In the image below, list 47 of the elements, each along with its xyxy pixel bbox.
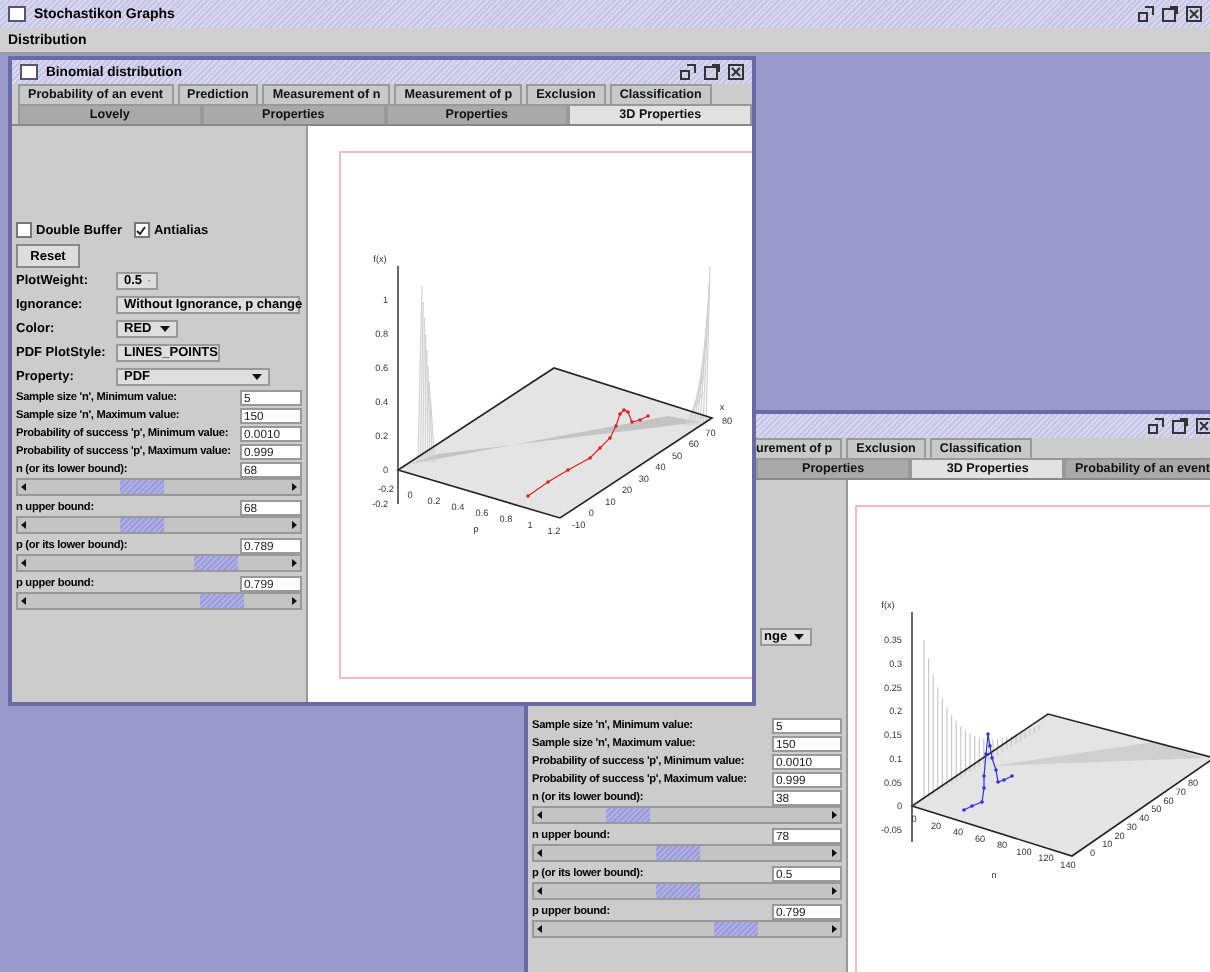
left-arrow-icon[interactable] — [534, 922, 546, 936]
data-curve — [526, 408, 650, 498]
close-icon[interactable] — [1196, 418, 1210, 434]
scrollbar[interactable] — [16, 478, 302, 496]
restore-icon[interactable] — [680, 64, 696, 80]
close-icon[interactable] — [728, 64, 744, 80]
right-arrow-icon[interactable] — [288, 518, 300, 532]
slider-thumb[interactable] — [119, 518, 164, 532]
close-icon[interactable] — [1186, 6, 1202, 22]
window-icon — [8, 6, 26, 22]
scrollbar[interactable] — [16, 554, 302, 572]
slider-thumb[interactable] — [119, 480, 164, 494]
right-arrow-icon[interactable] — [828, 922, 840, 936]
maximize-icon[interactable] — [1172, 418, 1188, 434]
right-arrow-icon[interactable] — [288, 480, 300, 494]
left-arrow-icon[interactable] — [534, 884, 546, 898]
slider-thumb[interactable] — [714, 922, 759, 936]
left-arrow-icon[interactable] — [534, 808, 546, 822]
right-arrow-icon[interactable] — [288, 594, 300, 608]
left-arrow-icon[interactable] — [18, 518, 30, 532]
checkbox[interactable] — [16, 222, 32, 238]
data-curve — [962, 732, 1014, 812]
left-arrow-icon[interactable] — [18, 556, 30, 570]
checkbox[interactable] — [133, 222, 150, 238]
maximize-icon[interactable] — [704, 64, 720, 80]
left-arrow-icon[interactable] — [18, 480, 30, 494]
left-arrow-icon[interactable] — [534, 846, 546, 860]
scrollbar[interactable] — [532, 806, 842, 824]
slider-thumb[interactable] — [605, 808, 650, 822]
scrollbar[interactable] — [532, 920, 842, 938]
maximize-icon[interactable] — [1162, 6, 1178, 22]
right-arrow-icon[interactable] — [828, 808, 840, 822]
slider-thumb[interactable] — [199, 594, 244, 608]
scrollbar[interactable] — [532, 882, 842, 900]
scrollbar[interactable] — [16, 516, 302, 534]
right-arrow-icon[interactable] — [288, 556, 300, 570]
slider-thumb[interactable] — [194, 556, 239, 570]
restore-icon[interactable] — [1148, 418, 1164, 434]
slider-thumb[interactable] — [655, 884, 700, 898]
right-arrow-icon[interactable] — [828, 846, 840, 860]
left-arrow-icon[interactable] — [18, 594, 30, 608]
restore-icon[interactable] — [1138, 6, 1154, 22]
window-icon — [20, 64, 38, 80]
slider-thumb[interactable] — [655, 846, 700, 860]
scrollbar[interactable] — [532, 844, 842, 862]
right-arrow-icon[interactable] — [828, 884, 840, 898]
scrollbar[interactable] — [16, 592, 302, 610]
